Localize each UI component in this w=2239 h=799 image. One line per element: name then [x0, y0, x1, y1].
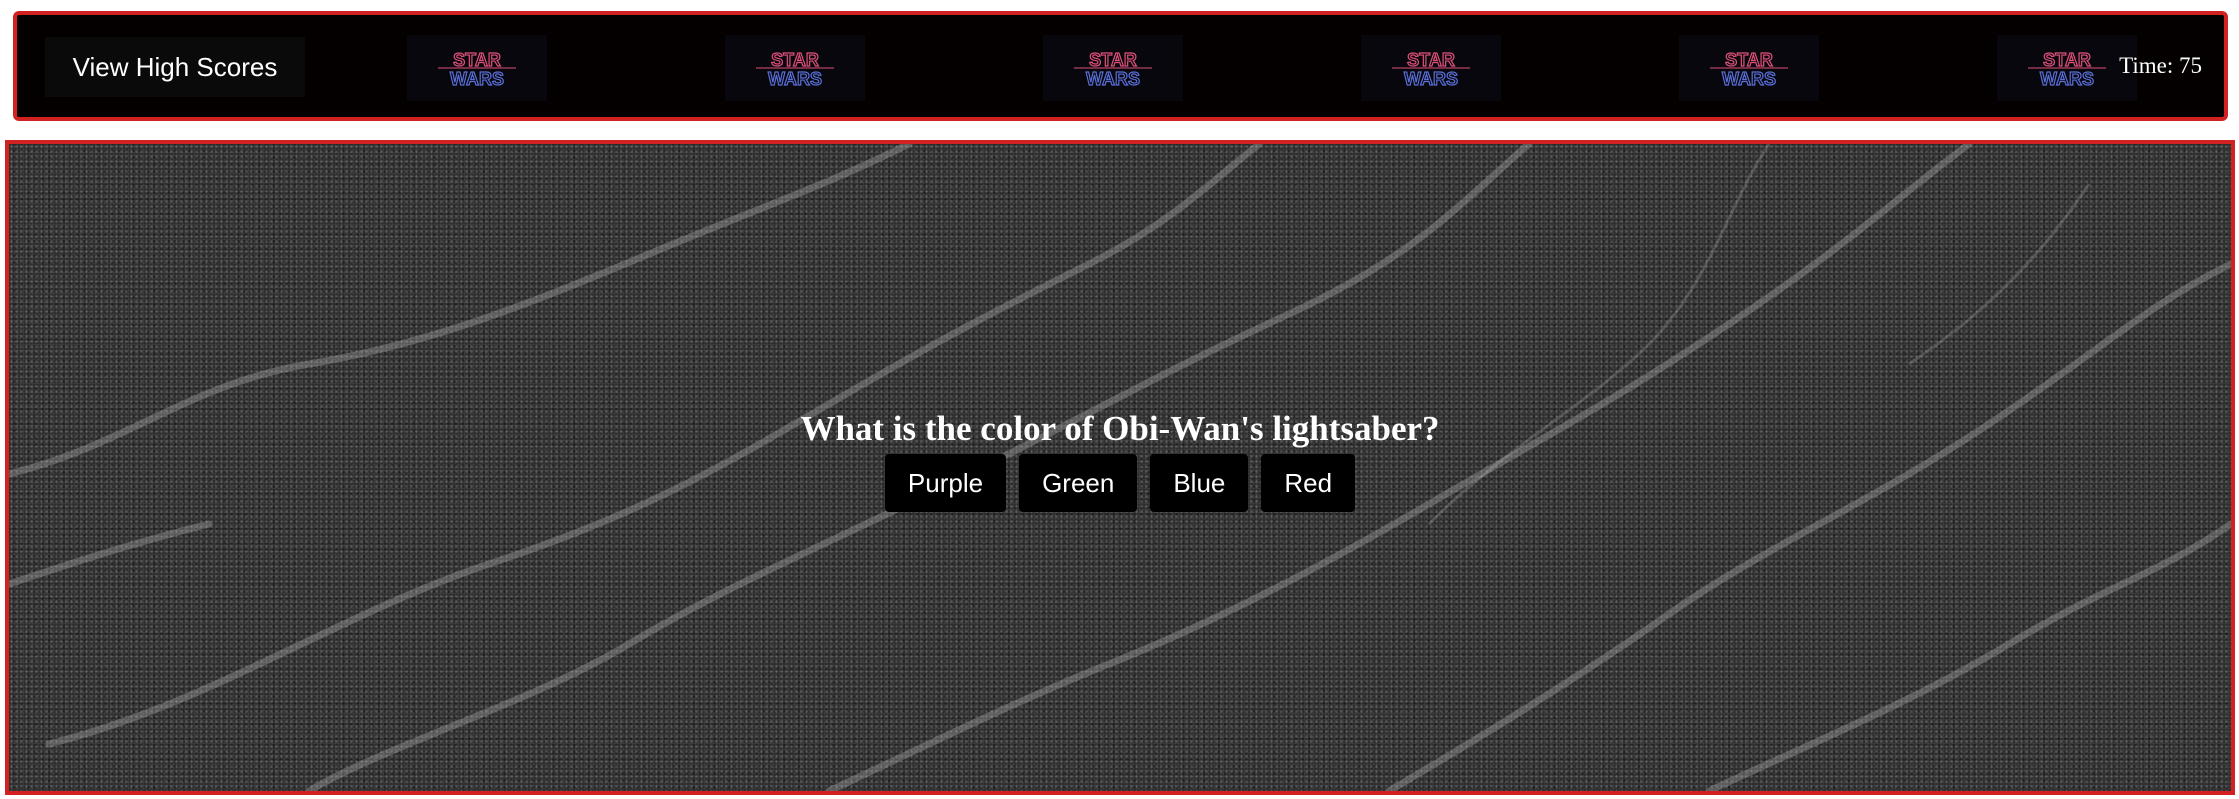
logo-line1: STAR: [2043, 50, 2091, 70]
star-wars-logo: STAR WARS: [1679, 35, 1819, 101]
logo-line1: STAR: [453, 50, 501, 70]
question-text: What is the color of Obi-Wan's lightsabe…: [800, 409, 1440, 448]
logo-line1: STAR: [1407, 50, 1455, 70]
answer-blue-button[interactable]: Blue: [1150, 454, 1249, 512]
top-bar: View High Scores STAR WARS STAR WARS STA…: [13, 11, 2228, 121]
logo-line2: WARS: [1722, 69, 1776, 88]
logo-line2: WARS: [2040, 69, 2094, 88]
star-wars-logo: STAR WARS: [1997, 35, 2137, 101]
logo-line1: STAR: [1089, 50, 1137, 70]
logo-line1: STAR: [771, 50, 819, 70]
logo-line2: WARS: [450, 69, 504, 88]
logo-line2: WARS: [768, 69, 822, 88]
quiz-panel: What is the color of Obi-Wan's lightsabe…: [5, 140, 2235, 795]
star-wars-logo: STAR WARS: [725, 35, 865, 101]
logo-line2: WARS: [1086, 69, 1140, 88]
answer-purple-button[interactable]: Purple: [884, 454, 1007, 512]
star-wars-logo: STAR WARS: [1361, 35, 1501, 101]
answer-red-button[interactable]: Red: [1261, 454, 1356, 512]
question-area: What is the color of Obi-Wan's lightsabe…: [9, 409, 2231, 512]
star-wars-logo: STAR WARS: [407, 35, 547, 101]
logo-line2: WARS: [1404, 69, 1458, 88]
star-wars-logo: STAR WARS: [1043, 35, 1183, 101]
logo-line1: STAR: [1725, 50, 1773, 70]
view-high-scores-button[interactable]: View High Scores: [45, 37, 305, 97]
answer-green-button[interactable]: Green: [1019, 454, 1138, 512]
logo-strip: STAR WARS STAR WARS STAR WARS STAR WARS …: [407, 35, 2207, 101]
answer-choices: Purple Green Blue Red: [9, 454, 2231, 512]
timer: Time: 75: [2119, 53, 2202, 78]
